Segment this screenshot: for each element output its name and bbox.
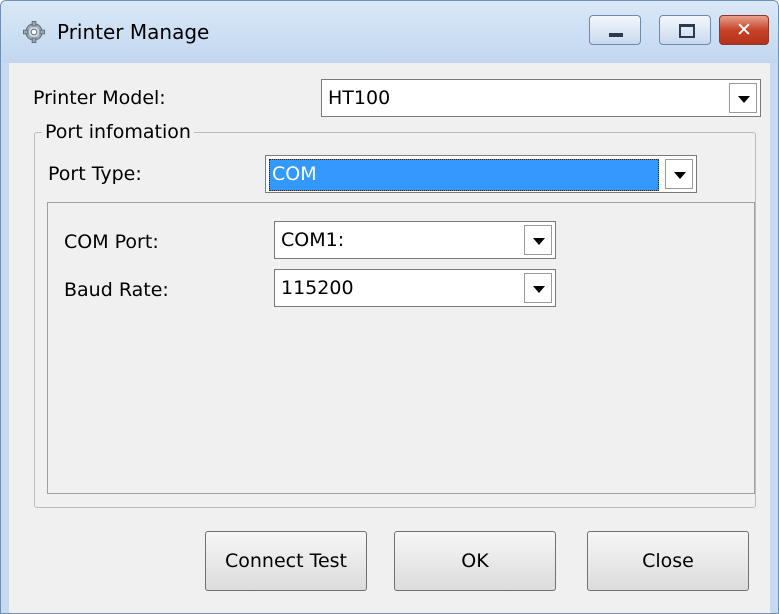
- chevron-down-icon: [738, 96, 750, 103]
- maximize-button[interactable]: [659, 15, 711, 45]
- port-type-dropdown-button[interactable]: [665, 159, 693, 189]
- window-title: Printer Manage: [57, 20, 210, 44]
- chevron-down-icon: [533, 238, 545, 245]
- printer-manage-window: Printer Manage ✕ Printer Model: HT100 Po…: [0, 0, 779, 614]
- ok-button[interactable]: OK: [394, 531, 556, 591]
- dialog-client-area: Printer Model: HT100 Port infomation Por…: [9, 63, 770, 613]
- maximize-icon: [679, 24, 695, 38]
- baud-rate-dropdown-button[interactable]: [524, 273, 552, 303]
- printer-model-dropdown-button[interactable]: [729, 83, 757, 113]
- port-type-select[interactable]: COM: [265, 155, 697, 193]
- minimize-button[interactable]: [589, 15, 641, 45]
- port-information-title: Port infomation: [42, 121, 194, 143]
- connect-test-button[interactable]: Connect Test: [205, 531, 367, 591]
- baud-rate-label: Baud Rate:: [64, 279, 169, 301]
- baud-rate-select[interactable]: 115200: [274, 269, 556, 307]
- close-icon: ✕: [736, 19, 752, 41]
- chevron-down-icon: [533, 286, 545, 293]
- port-type-value: COM: [272, 163, 317, 185]
- printer-model-select[interactable]: HT100: [321, 79, 761, 117]
- close-window-button[interactable]: ✕: [719, 15, 769, 45]
- title-bar[interactable]: Printer Manage ✕: [1, 1, 778, 63]
- close-button[interactable]: Close: [587, 531, 749, 591]
- baud-rate-value: 115200: [281, 277, 354, 299]
- minimize-icon: [609, 33, 623, 37]
- com-port-value: COM1:: [281, 229, 345, 251]
- printer-model-label: Printer Model:: [33, 87, 166, 109]
- printer-model-value: HT100: [328, 87, 391, 109]
- gear-icon: [23, 21, 45, 43]
- port-type-selection-highlight: [269, 159, 659, 191]
- port-type-label: Port Type:: [48, 163, 142, 185]
- com-port-dropdown-button[interactable]: [524, 225, 552, 255]
- com-port-select[interactable]: COM1:: [274, 221, 556, 259]
- chevron-down-icon: [674, 172, 686, 179]
- com-port-label: COM Port:: [64, 231, 159, 253]
